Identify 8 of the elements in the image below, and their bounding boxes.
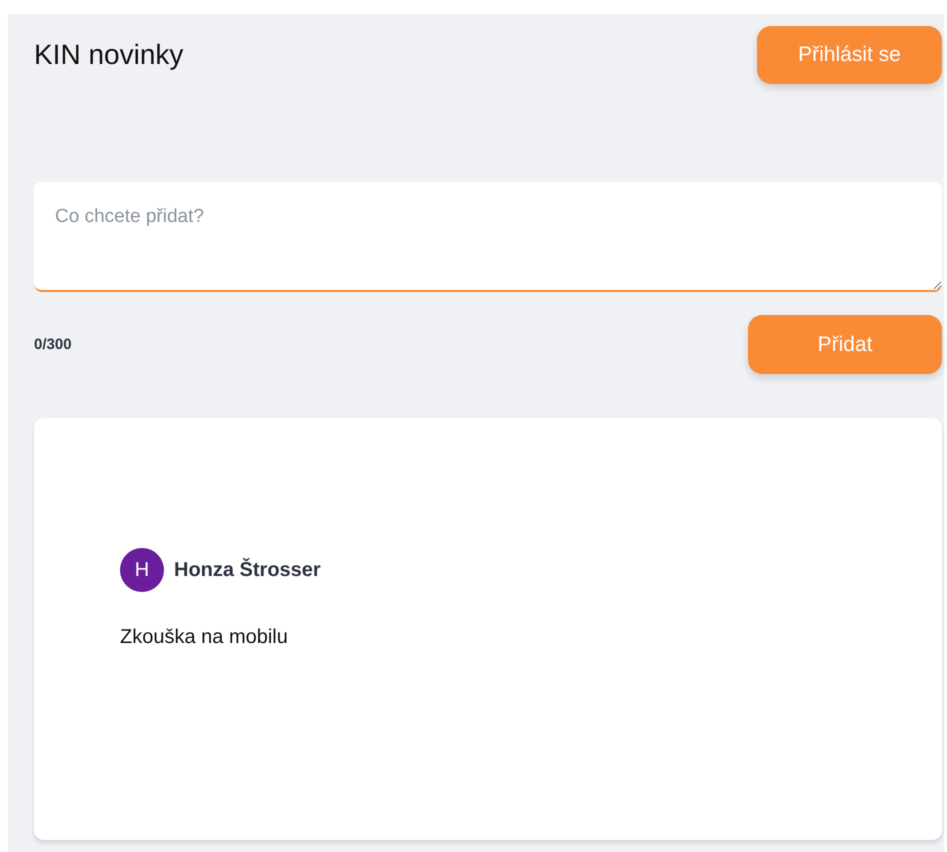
character-counter: 0/300 <box>34 336 72 353</box>
page-title: KIN novinky <box>34 39 184 71</box>
avatar: H <box>120 548 164 592</box>
post-input-field[interactable]: Co chcete přidat? <box>34 182 942 292</box>
add-button[interactable]: Přidat <box>748 315 942 374</box>
author-name: Honza Štrosser <box>174 558 321 582</box>
post-text: Zkouška na mobilu <box>120 626 289 649</box>
login-button[interactable]: Přihlásit se <box>757 26 942 84</box>
